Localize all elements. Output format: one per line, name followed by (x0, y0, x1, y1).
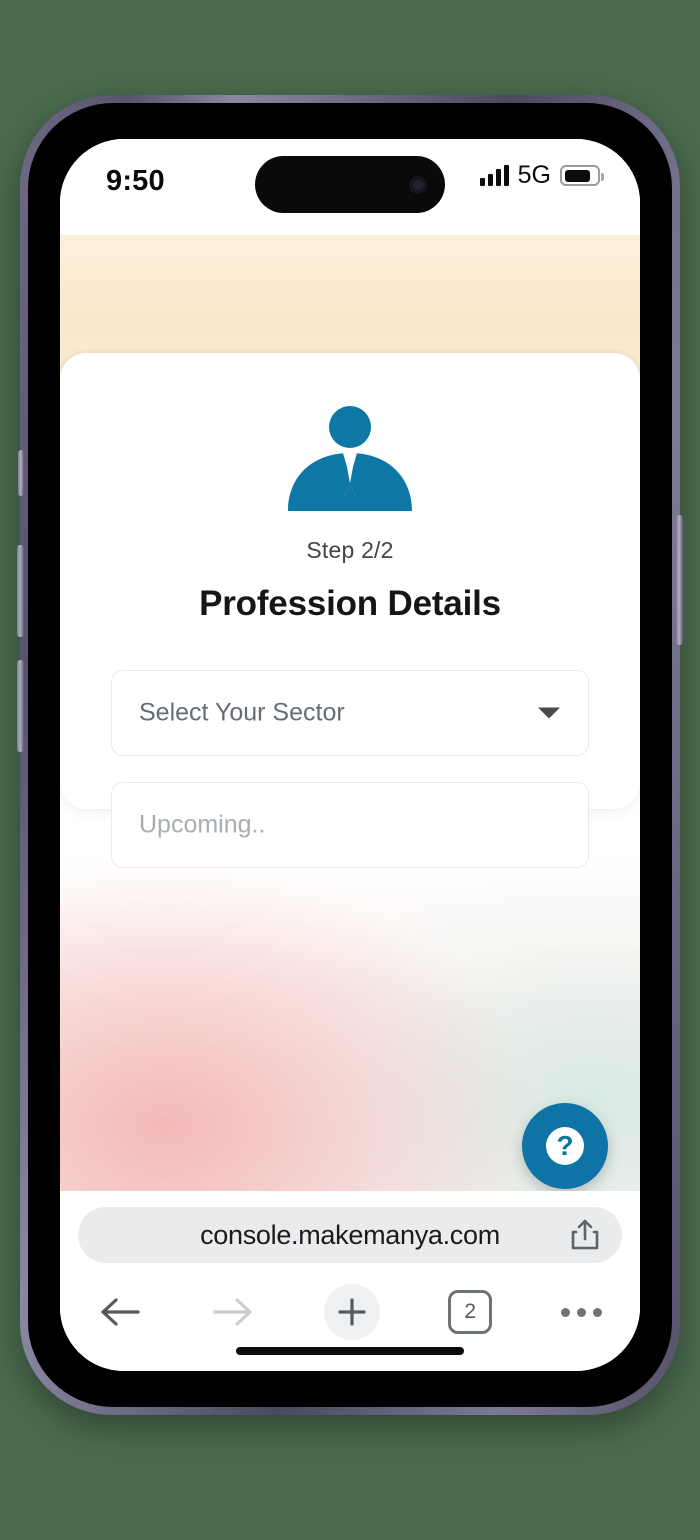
volume-down-button[interactable] (17, 660, 24, 752)
arrow-left-icon (101, 1298, 140, 1326)
signal-bars-icon (479, 165, 509, 186)
help-button[interactable]: ? (522, 1103, 608, 1189)
forward-button[interactable] (211, 1294, 255, 1330)
battery-fill (564, 169, 591, 182)
status-indicators: 5G (479, 161, 604, 189)
battery-icon (560, 165, 604, 186)
phone-device: 9:50 5G Step 2/2 Profession Details Sele… (17, 95, 683, 1415)
dynamic-island (255, 156, 445, 213)
back-button[interactable] (98, 1294, 142, 1330)
businessman-icon (288, 406, 412, 511)
tabs-button[interactable]: 2 (448, 1290, 493, 1334)
phone-screen: 9:50 5G Step 2/2 Profession Details Sele… (60, 139, 640, 1371)
home-indicator[interactable] (236, 1347, 464, 1355)
silent-switch[interactable] (18, 450, 24, 496)
url-bar[interactable]: console.makemanya.com (78, 1207, 622, 1263)
new-tab-button[interactable] (323, 1284, 380, 1340)
arrow-right-icon (213, 1298, 252, 1326)
upcoming-input-placeholder: Upcoming.. (139, 810, 266, 839)
volume-up-button[interactable] (17, 545, 24, 637)
tab-count: 2 (448, 1290, 493, 1334)
status-bar: 9:50 5G (60, 139, 640, 235)
more-menu-button[interactable] (561, 1307, 602, 1317)
share-icon[interactable] (570, 1218, 600, 1252)
browser-toolbar: 2 (60, 1277, 640, 1347)
front-camera-icon (407, 173, 429, 196)
status-time: 9:50 (106, 165, 165, 197)
browser-chrome: console.makemanya.com 2 (60, 1191, 640, 1371)
plus-icon (337, 1298, 366, 1326)
upcoming-input[interactable]: Upcoming.. (111, 782, 589, 868)
network-type-label: 5G (517, 161, 551, 189)
page-title: Profession Details (199, 584, 501, 623)
chevron-down-icon (538, 707, 560, 719)
step-label: Step 2/2 (306, 537, 394, 563)
question-mark-icon: ? (546, 1127, 584, 1165)
sector-select-placeholder: Select Your Sector (139, 698, 345, 727)
ellipsis-icon (561, 1307, 602, 1317)
sector-select[interactable]: Select Your Sector (111, 670, 589, 756)
profession-details-card: Step 2/2 Profession Details Select Your … (60, 353, 640, 868)
url-text: console.makemanya.com (200, 1219, 500, 1250)
power-button[interactable] (676, 515, 683, 645)
